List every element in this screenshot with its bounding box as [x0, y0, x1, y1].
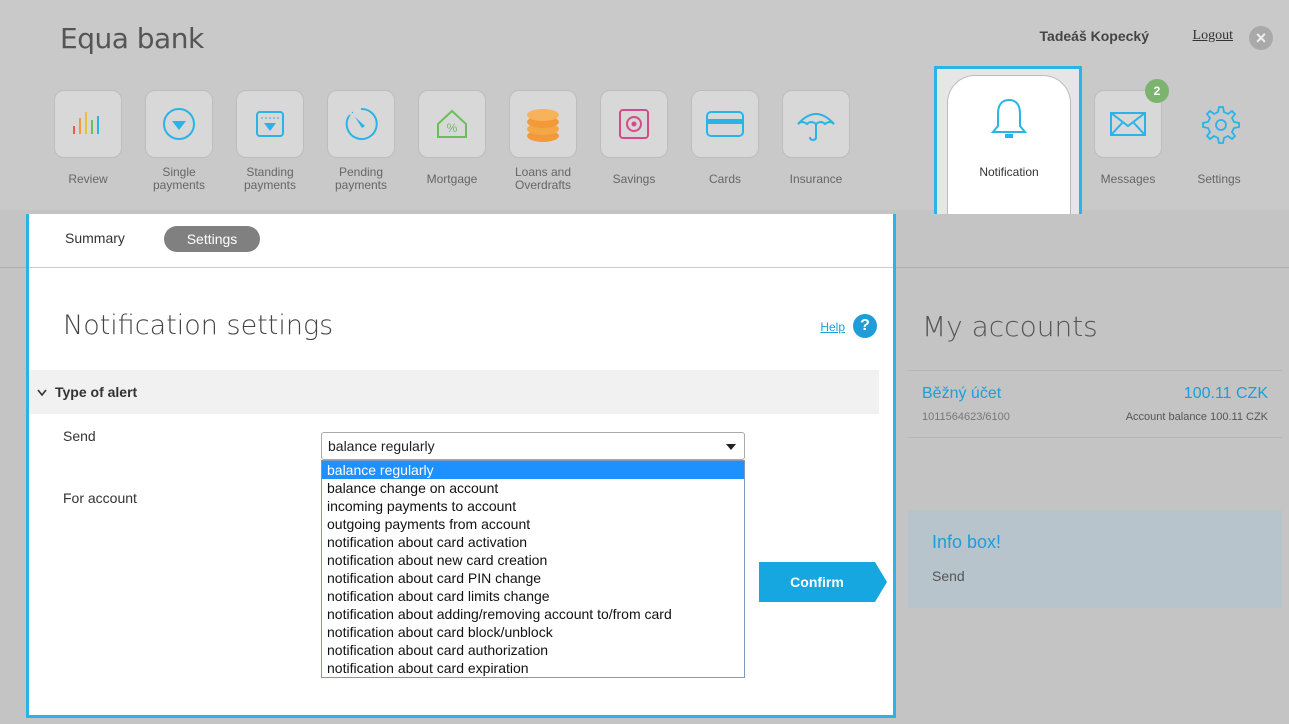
dropdown-option[interactable]: balance change on account: [322, 479, 744, 497]
house-percent-icon: %: [418, 90, 486, 158]
coins-stack-icon: [509, 90, 577, 158]
subtabs: Summary Settings: [29, 214, 893, 268]
dropdown-option[interactable]: balance regularly: [322, 461, 744, 479]
calendar-arrow-icon: [236, 90, 304, 158]
nav-label: Mortgage: [426, 171, 478, 186]
nav-label: Pending: [338, 165, 384, 179]
nav-label-2: payments: [152, 178, 206, 192]
clock-dial-icon: [327, 90, 395, 158]
dropdown-option[interactable]: notification about adding/removing accou…: [322, 605, 744, 623]
nav-label-2: payments: [334, 178, 388, 192]
nav-insurance[interactable]: Insurance: [776, 90, 856, 192]
nav-label: Standing: [246, 165, 294, 179]
dropdown-arrow-icon: [726, 444, 736, 450]
dropdown-option[interactable]: notification about card PIN change: [322, 569, 744, 587]
nav-label: Cards: [708, 171, 741, 186]
nav-savings[interactable]: Savings: [594, 90, 674, 192]
dropdown-option[interactable]: incoming payments to account: [322, 497, 744, 515]
logout-link[interactable]: Logout: [1193, 28, 1233, 44]
nav-messages[interactable]: 2 Messages: [1088, 79, 1169, 192]
card-icon: [691, 90, 759, 158]
close-icon[interactable]: ×: [1249, 26, 1273, 50]
dropdown-option[interactable]: notification about card limits change: [322, 587, 744, 605]
nav-label: Review: [68, 171, 108, 186]
confirm-button[interactable]: Confirm: [759, 562, 887, 602]
nav-loans[interactable]: Loans and Overdrafts: [503, 90, 583, 192]
nav-pending-payments[interactable]: Pending payments: [321, 90, 401, 192]
safe-icon: [600, 90, 668, 158]
chevron-down-icon: [37, 371, 49, 415]
nav-label: Insurance: [789, 171, 843, 186]
account-row[interactable]: Běžný účet 100.11 CZK 1011564623/6100 Ac…: [908, 370, 1282, 438]
nav-settings[interactable]: Settings: [1179, 90, 1259, 192]
nav-label-2: payments: [243, 178, 297, 192]
header: Equa bank Tadeáš Kopecký Logout × Review…: [0, 0, 1289, 214]
nav-label: Notification: [979, 164, 1039, 179]
nav-review[interactable]: Review: [48, 90, 128, 192]
select-value: balance regularly: [328, 438, 435, 454]
account-name: Běžný účet: [922, 385, 1002, 402]
umbrella-icon: [782, 90, 850, 158]
account-number: 1011564623/6100: [922, 411, 1010, 423]
bar-chart-icon: [54, 90, 122, 158]
nav-label: Loans and: [514, 165, 572, 179]
dropdown-option[interactable]: notification about card activation: [322, 533, 744, 551]
envelope-icon: 2: [1094, 79, 1169, 158]
help-icon[interactable]: ?: [853, 314, 877, 338]
section-type-of-alert[interactable]: Type of alert: [29, 370, 879, 414]
bell-icon: [948, 96, 1070, 145]
tab-notification[interactable]: Notification: [934, 66, 1082, 214]
dropdown-option[interactable]: outgoing payments from account: [322, 515, 744, 533]
info-box: Info box! Send: [908, 510, 1282, 608]
page-title: Notification settings: [63, 310, 334, 341]
dropdown-option[interactable]: notification about card block/unblock: [322, 623, 744, 641]
nav-single-payments[interactable]: Single payments: [139, 90, 219, 192]
send-label: Send: [63, 428, 96, 444]
nav-mortgage[interactable]: % Mortgage: [412, 90, 492, 192]
for-account-label: For account: [63, 490, 137, 506]
info-box-title: Info box!: [932, 532, 1002, 552]
account-amount: 100.11 CZK: [1183, 385, 1268, 402]
nav-label-2: Overdrafts: [514, 178, 571, 192]
gear-icon: [1185, 90, 1253, 158]
my-accounts-title: My accounts: [922, 310, 1098, 343]
account-balance: Account balance 100.11 CZK: [1125, 411, 1268, 423]
tab-summary[interactable]: Summary: [65, 230, 125, 246]
nav-label: Settings: [1197, 171, 1241, 186]
nav-standing-payments[interactable]: Standing payments: [230, 90, 310, 192]
nav-label: Messages: [1100, 171, 1156, 186]
circle-arrow-down-icon: [145, 90, 213, 158]
nav-cards[interactable]: Cards: [685, 90, 765, 192]
dropdown-option[interactable]: notification about card expiration: [322, 659, 744, 677]
help-link[interactable]: Help: [820, 320, 845, 334]
svg-text:%: %: [447, 121, 458, 135]
nav-label: Savings: [612, 171, 656, 186]
main-panel: Summary Settings Notification settings H…: [26, 214, 896, 718]
alert-type-select[interactable]: balance regularly: [321, 432, 745, 460]
dropdown-option[interactable]: notification about new card creation: [322, 551, 744, 569]
tab-settings[interactable]: Settings: [164, 226, 260, 252]
nav-label: Single: [162, 165, 196, 179]
user-name: Tadeáš Kopecký: [1039, 28, 1149, 44]
messages-badge: 2: [1145, 79, 1169, 103]
info-box-text: Send: [932, 568, 965, 584]
dropdown-option[interactable]: notification about card authorization: [322, 641, 744, 659]
alert-type-options: balance regularly balance change on accou…: [321, 460, 745, 678]
section-title: Type of alert: [55, 384, 138, 400]
logo: Equa bank: [60, 22, 204, 55]
